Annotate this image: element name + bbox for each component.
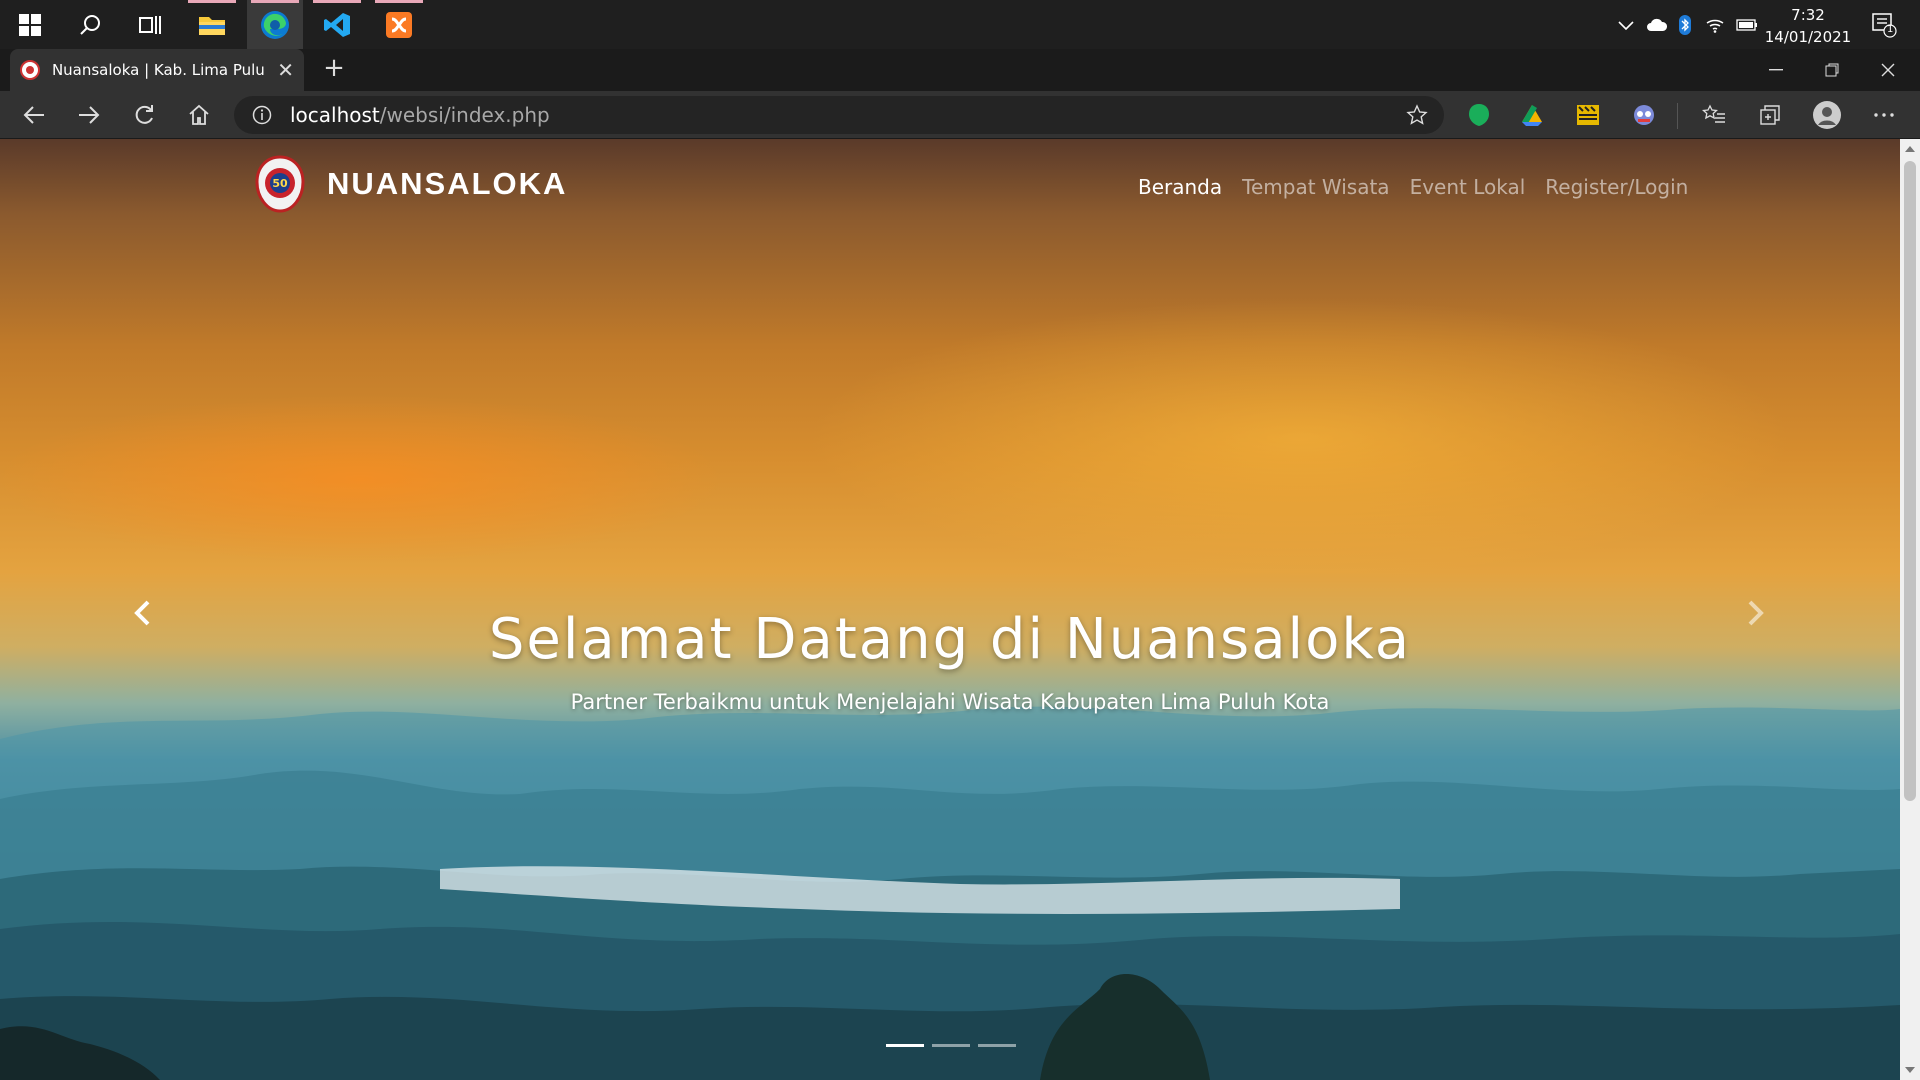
file-explorer-taskbar[interactable] bbox=[184, 0, 240, 49]
carousel-indicator-2[interactable] bbox=[932, 1044, 970, 1047]
logo-number: 50 bbox=[272, 177, 288, 190]
windows-start-button[interactable] bbox=[2, 0, 58, 49]
battery-tray[interactable] bbox=[1734, 0, 1760, 49]
toolbar-divider bbox=[1677, 103, 1678, 129]
refresh-button[interactable] bbox=[124, 95, 164, 135]
windows-logo-icon bbox=[19, 13, 41, 36]
show-hidden-icons-button[interactable] bbox=[1614, 0, 1638, 49]
site-brand[interactable]: 50 NUANSALOKA bbox=[255, 155, 567, 213]
new-tab-button[interactable]: + bbox=[316, 53, 352, 87]
face-extension-icon bbox=[1634, 105, 1654, 125]
restore-icon bbox=[1825, 63, 1839, 77]
bluetooth-tray[interactable] bbox=[1674, 0, 1696, 49]
extension-clapper[interactable] bbox=[1572, 99, 1604, 131]
site-favicon-icon bbox=[20, 60, 40, 80]
hero-caption: Selamat Datang di Nuansaloka Partner Ter… bbox=[0, 607, 1900, 714]
carousel-indicators bbox=[886, 1044, 1016, 1047]
minimize-icon bbox=[1769, 69, 1783, 71]
scrollbar-thumb[interactable] bbox=[1904, 161, 1916, 801]
cloud-icon bbox=[1647, 18, 1668, 31]
clock-time: 7:32 bbox=[1791, 6, 1825, 24]
task-view-icon bbox=[139, 15, 161, 34]
wifi-tray[interactable] bbox=[1702, 0, 1728, 49]
close-window-button[interactable] bbox=[1860, 49, 1916, 91]
more-dots-icon bbox=[1874, 113, 1894, 117]
nav-event-lokal[interactable]: Event Lokal bbox=[1410, 175, 1526, 199]
arrow-right-icon bbox=[79, 106, 100, 124]
back-button[interactable] bbox=[14, 95, 54, 135]
extension-green[interactable] bbox=[1463, 99, 1495, 131]
clapperboard-icon bbox=[1577, 105, 1599, 125]
google-drive-icon bbox=[1522, 105, 1542, 126]
refresh-icon bbox=[135, 105, 153, 124]
folder-icon bbox=[199, 16, 225, 35]
hero-subtitle: Partner Terbaikmu untuk Menjelajahi Wisa… bbox=[570, 690, 1330, 714]
collections-icon bbox=[1760, 105, 1780, 125]
site-brand-name: NUANSALOKA bbox=[327, 166, 568, 201]
minimize-button[interactable] bbox=[1748, 49, 1804, 91]
url-path: /websi/index.php bbox=[379, 103, 550, 127]
close-icon bbox=[1881, 63, 1895, 77]
profile-button[interactable] bbox=[1811, 99, 1843, 131]
close-tab-icon[interactable]: ✕ bbox=[277, 58, 294, 82]
home-button[interactable] bbox=[179, 95, 219, 135]
favorites-button[interactable] bbox=[1698, 99, 1730, 131]
task-view-button[interactable] bbox=[122, 0, 178, 49]
home-icon bbox=[189, 104, 209, 125]
chevron-up-icon bbox=[1618, 20, 1634, 30]
hero-title: Selamat Datang di Nuansaloka bbox=[488, 607, 1412, 672]
notification-count: 1 bbox=[1887, 24, 1894, 35]
carousel-indicator-1[interactable] bbox=[886, 1044, 924, 1047]
onedrive-tray[interactable] bbox=[1644, 0, 1670, 49]
edge-taskbar[interactable] bbox=[247, 0, 303, 49]
forward-button[interactable] bbox=[69, 95, 109, 135]
kabupaten-logo-icon: 50 bbox=[255, 155, 305, 213]
avatar-icon bbox=[1813, 101, 1841, 129]
browser-tab-active[interactable]: Nuansaloka | Kab. Lima Puluh Ko ✕ bbox=[10, 49, 304, 91]
tab-title: Nuansaloka | Kab. Lima Puluh Ko bbox=[51, 61, 265, 79]
tab-strip: Nuansaloka | Kab. Lima Puluh Ko ✕ + bbox=[0, 49, 1920, 91]
url-text: localhost/websi/index.php bbox=[290, 103, 550, 127]
carousel-indicator-3[interactable] bbox=[978, 1044, 1016, 1047]
scroll-down-icon[interactable] bbox=[1905, 1066, 1915, 1074]
scroll-up-icon[interactable] bbox=[1905, 145, 1915, 153]
xampp-taskbar[interactable] bbox=[371, 0, 427, 49]
edge-icon bbox=[261, 10, 289, 39]
system-clock[interactable]: 7:32 14/01/2021 bbox=[1760, 4, 1856, 48]
star-icon[interactable] bbox=[1406, 104, 1428, 126]
settings-more-button[interactable] bbox=[1868, 99, 1900, 131]
nav-beranda[interactable]: Beranda bbox=[1138, 175, 1222, 199]
url-host: localhost bbox=[290, 103, 380, 127]
extension-colorful[interactable] bbox=[1516, 99, 1548, 131]
search-icon bbox=[80, 14, 100, 35]
restore-button[interactable] bbox=[1804, 49, 1860, 91]
action-center-button[interactable]: 1 bbox=[1864, 0, 1904, 49]
info-icon[interactable] bbox=[252, 105, 272, 125]
battery-icon bbox=[1736, 18, 1757, 31]
clock-date: 14/01/2021 bbox=[1764, 28, 1852, 46]
vscode-taskbar[interactable] bbox=[309, 0, 365, 49]
xampp-icon bbox=[386, 11, 412, 38]
taskbar: 7:32 14/01/2021 1 bbox=[0, 0, 1920, 49]
search-button[interactable] bbox=[62, 0, 118, 49]
green-shield-icon bbox=[1469, 104, 1489, 126]
nav-register-login[interactable]: Register/Login bbox=[1545, 175, 1688, 199]
extension-face[interactable] bbox=[1628, 99, 1660, 131]
page-scrollbar[interactable] bbox=[1900, 139, 1920, 1080]
wifi-icon bbox=[1706, 19, 1724, 33]
site-navigation: Beranda Tempat Wisata Event Lokal Regist… bbox=[1138, 175, 1688, 199]
favorites-list-icon bbox=[1702, 104, 1725, 123]
arrow-left-icon bbox=[23, 106, 44, 124]
bluetooth-icon bbox=[1679, 14, 1691, 35]
nav-tempat-wisata[interactable]: Tempat Wisata bbox=[1242, 175, 1389, 199]
page-viewport: 50 NUANSALOKA Beranda Tempat Wisata Even… bbox=[0, 139, 1900, 1080]
address-bar[interactable]: localhost/websi/index.php bbox=[234, 96, 1444, 134]
vscode-icon bbox=[324, 12, 350, 37]
collections-button[interactable] bbox=[1754, 99, 1786, 131]
browser-toolbar: localhost/websi/index.php bbox=[0, 91, 1920, 139]
